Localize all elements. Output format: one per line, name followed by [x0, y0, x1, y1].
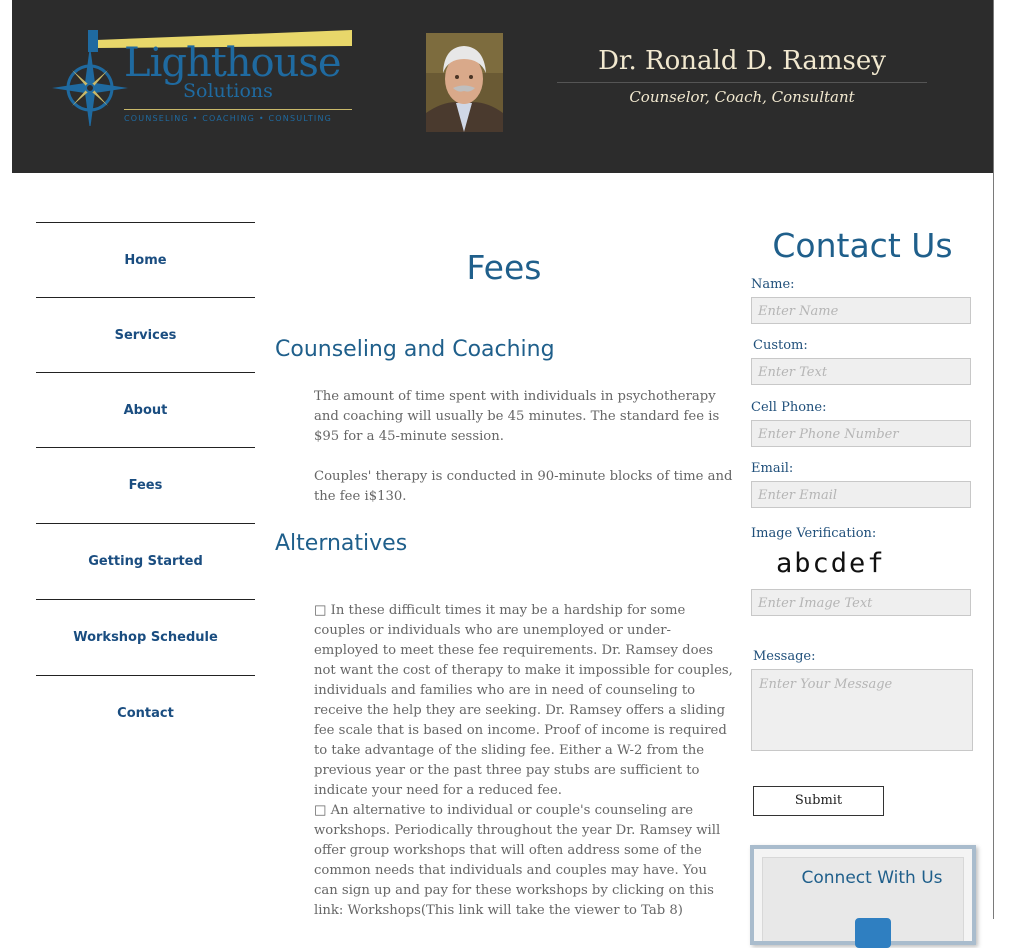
name-input[interactable]: Enter Name [751, 297, 971, 324]
connect-panel-inner: Connect With Us [762, 857, 964, 948]
doctor-portrait [426, 33, 503, 132]
connect-panel: Connect With Us [750, 845, 976, 948]
custom-label: Custom: [753, 338, 808, 353]
section-heading-counseling: Counseling and Coaching [275, 337, 555, 362]
page-title: Fees [466, 248, 542, 287]
phone-input[interactable]: Enter Phone Number [751, 420, 971, 447]
site-header: Lighthouse Solutions COUNSELING • COACHI… [12, 0, 993, 173]
lighthouse-logo[interactable]: Lighthouse Solutions COUNSELING • COACHI… [52, 26, 352, 126]
logo-subtitle: Solutions [183, 80, 273, 102]
name-label: Name: [751, 277, 795, 292]
section-heading-alternatives: Alternatives [275, 531, 408, 556]
logo-divider [124, 109, 352, 110]
social-media-icon[interactable] [855, 918, 891, 948]
couples-fee-paragraph: Couples' therapy is conducted in 90-minu… [314, 469, 733, 504]
custom-input[interactable]: Enter Text [751, 358, 971, 385]
message-textarea[interactable]: Enter Your Message [751, 669, 973, 751]
nav-item-home[interactable]: Home [36, 222, 255, 297]
nav-item-contact[interactable]: Contact [36, 675, 255, 750]
sliding-fee-paragraph: □ In these difficult times it may be a h… [314, 603, 733, 798]
doctor-title: Counselor, Coach, Consultant [629, 88, 855, 106]
logo-tagline: COUNSELING • COACHING • CONSULTING [124, 114, 333, 123]
page-margin-right [993, 0, 1011, 919]
email-label: Email: [751, 461, 794, 476]
workshops-paragraph: □ An alternative to individual or couple… [314, 803, 721, 918]
fees-paragraph: The amount of time spent with individual… [314, 389, 720, 444]
page-margin-left [0, 0, 12, 919]
side-navigation: Home Services About Fees Getting Started… [36, 222, 255, 750]
submit-button[interactable]: Submit [753, 786, 884, 816]
phone-label: Cell Phone: [751, 400, 827, 415]
nav-item-fees[interactable]: Fees [36, 447, 255, 523]
message-label: Message: [753, 649, 816, 664]
header-divider [557, 82, 927, 83]
captcha-image: abcdef [776, 548, 886, 579]
nav-item-services[interactable]: Services [36, 297, 255, 372]
doctor-name: Dr. Ronald D. Ramsey [598, 46, 886, 76]
contact-title: Contact Us [772, 226, 953, 265]
nav-item-getting-started[interactable]: Getting Started [36, 523, 255, 599]
nav-item-about[interactable]: About [36, 372, 255, 447]
captcha-input[interactable]: Enter Image Text [751, 589, 971, 616]
nav-item-workshop-schedule[interactable]: Workshop Schedule [36, 599, 255, 675]
email-input[interactable]: Enter Email [751, 481, 971, 508]
connect-title: Connect With Us [801, 868, 943, 888]
verification-label: Image Verification: [751, 526, 877, 541]
